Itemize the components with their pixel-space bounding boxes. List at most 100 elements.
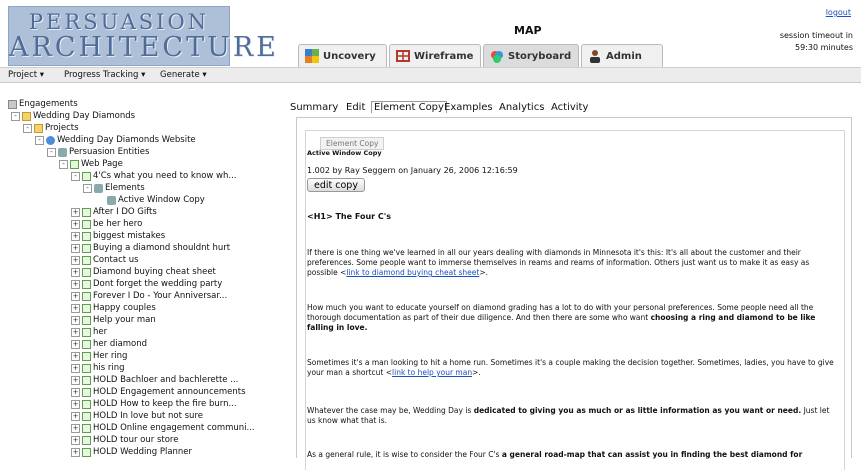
tree-item[interactable]: + HOLD In love but not sure bbox=[71, 410, 203, 422]
tab-storyboard[interactable]: Storyboard bbox=[483, 44, 579, 67]
expand-icon[interactable]: + bbox=[71, 399, 80, 409]
collapse-icon[interactable]: - bbox=[11, 111, 20, 121]
h1-heading: <H1> The Four C's bbox=[307, 212, 391, 221]
tree-item[interactable]: - Wedding Day Diamonds Website bbox=[35, 134, 196, 146]
session-timeout: session timeout in 59:30 minutes bbox=[733, 30, 853, 54]
expand-icon[interactable]: + bbox=[71, 339, 80, 349]
tree-item[interactable]: + Happy couples bbox=[71, 302, 156, 314]
tree-item[interactable]: + Buying a diamond shouldnt hurt bbox=[71, 242, 230, 254]
tree-item[interactable]: - Web Page bbox=[59, 158, 123, 170]
tab-admin[interactable]: Admin bbox=[581, 44, 663, 67]
tree-item[interactable]: + After I DO Gifts bbox=[71, 206, 157, 218]
doc-icon bbox=[82, 255, 91, 265]
expand-icon[interactable]: + bbox=[71, 411, 80, 421]
ent-icon bbox=[107, 195, 116, 205]
diamond-cheat-sheet-link[interactable]: link to diamond buying cheat sheet bbox=[346, 268, 479, 277]
tree-item[interactable]: + HOLD Bachloer and bachlerette ... bbox=[71, 374, 238, 386]
tab-edit[interactable]: Edit bbox=[346, 102, 365, 113]
expand-icon[interactable]: + bbox=[71, 315, 80, 325]
tree-item[interactable]: + her bbox=[71, 326, 107, 338]
paragraph-3: Sometimes it's a man looking to hit a ho… bbox=[307, 358, 837, 378]
expand-icon[interactable]: + bbox=[71, 435, 80, 445]
tab-element-copy[interactable]: Element Copy bbox=[371, 101, 447, 113]
tree-item-label: HOLD In love but not sure bbox=[93, 411, 203, 421]
tree-item[interactable]: + HOLD How to keep the fire burn... bbox=[71, 398, 237, 410]
tree-item-label: Her ring bbox=[93, 351, 128, 361]
copy-heading: Active Window Copy bbox=[307, 149, 382, 157]
tree-item[interactable]: + HOLD Online engagement communi... bbox=[71, 422, 255, 434]
tab-uncovery-label: Uncovery bbox=[323, 50, 376, 62]
tree-item[interactable]: + his ring bbox=[71, 362, 125, 374]
tree-item[interactable]: Active Window Copy bbox=[107, 194, 205, 206]
doc-icon bbox=[70, 159, 79, 169]
expand-icon[interactable]: + bbox=[71, 375, 80, 385]
tree-item-label: his ring bbox=[93, 363, 125, 373]
expand-icon[interactable]: + bbox=[71, 327, 80, 337]
expand-icon[interactable]: + bbox=[71, 423, 80, 433]
menu-generate[interactable]: Generate ▾ bbox=[160, 70, 207, 80]
doc-icon bbox=[82, 387, 91, 397]
tree-item[interactable]: + Forever I Do - Your Anniversar... bbox=[71, 290, 227, 302]
expand-icon[interactable]: + bbox=[71, 351, 80, 361]
collapse-icon[interactable]: - bbox=[83, 183, 92, 193]
tree-item[interactable]: - 4'Cs what you need to know wh... bbox=[71, 170, 237, 182]
collapse-icon[interactable]: - bbox=[47, 147, 56, 157]
tree-item[interactable]: Engagements bbox=[8, 98, 78, 110]
tree-item[interactable]: - Projects bbox=[23, 122, 79, 134]
wireframe-icon bbox=[396, 49, 410, 63]
tree-item[interactable]: + Dont forget the wedding party bbox=[71, 278, 222, 290]
tree-item[interactable]: - Persuasion Entities bbox=[47, 146, 149, 158]
expand-icon[interactable]: + bbox=[71, 243, 80, 253]
storyboard-icon bbox=[490, 49, 504, 63]
tab-examples[interactable]: Examples bbox=[444, 102, 493, 113]
tree-item[interactable]: + HOLD Wedding Planner bbox=[71, 446, 192, 458]
tab-analytics[interactable]: Analytics bbox=[499, 102, 544, 113]
expand-icon[interactable]: + bbox=[71, 255, 80, 265]
expand-icon[interactable]: + bbox=[71, 291, 80, 301]
expand-icon[interactable]: + bbox=[71, 363, 80, 373]
collapse-icon[interactable]: - bbox=[59, 159, 68, 169]
expand-icon[interactable]: + bbox=[71, 447, 80, 457]
menu-project[interactable]: Project ▾ bbox=[8, 70, 44, 80]
collapse-icon[interactable]: - bbox=[35, 135, 44, 145]
tree-item-label: Buying a diamond shouldnt hurt bbox=[93, 243, 231, 253]
tree-item[interactable]: + Her ring bbox=[71, 350, 127, 362]
menu-progress-tracking[interactable]: Progress Tracking ▾ bbox=[64, 70, 145, 80]
tab-uncovery[interactable]: Uncovery bbox=[298, 44, 387, 67]
persuasion-architecture-logo: PERSUASION ARCHITECTURE bbox=[8, 6, 276, 66]
tree-item[interactable]: + HOLD Engagement announcements bbox=[71, 386, 246, 398]
p1-tail: >. bbox=[479, 268, 489, 277]
expand-icon[interactable]: + bbox=[71, 267, 80, 277]
expand-icon[interactable]: + bbox=[71, 207, 80, 217]
tree-item[interactable]: + Diamond buying cheat sheet bbox=[71, 266, 216, 278]
folder-icon bbox=[22, 111, 31, 121]
logout-link[interactable]: logout bbox=[826, 8, 851, 17]
tree-item[interactable]: - Elements bbox=[83, 182, 145, 194]
collapse-icon[interactable]: - bbox=[71, 171, 80, 181]
tab-wireframe[interactable]: Wireframe bbox=[389, 44, 481, 67]
doc-icon bbox=[82, 171, 91, 181]
tree-item[interactable]: + HOLD tour our store bbox=[71, 434, 178, 446]
tree-item[interactable]: - Wedding Day Diamonds bbox=[11, 110, 135, 122]
paragraph-4: Whatever the case may be, Wedding Day is… bbox=[307, 406, 837, 426]
doc-icon bbox=[82, 423, 91, 433]
tree-item[interactable]: + Help your man bbox=[71, 314, 156, 326]
expand-icon[interactable]: + bbox=[71, 219, 80, 229]
folder-icon bbox=[34, 123, 43, 133]
expand-icon[interactable]: + bbox=[71, 387, 80, 397]
expand-icon[interactable]: + bbox=[71, 279, 80, 289]
tree-item-label: HOLD tour our store bbox=[93, 435, 179, 445]
expand-icon[interactable]: + bbox=[71, 231, 80, 241]
edit-copy-button[interactable]: edit copy bbox=[307, 178, 365, 192]
tree-item[interactable]: + biggest mistakes bbox=[71, 230, 165, 242]
tree-item[interactable]: + her diamond bbox=[71, 338, 147, 350]
help-your-man-link[interactable]: link to help your man bbox=[392, 368, 472, 377]
tab-activity[interactable]: Activity bbox=[551, 102, 588, 113]
tree-item[interactable]: + be her hero bbox=[71, 218, 142, 230]
tree-item[interactable]: + Contact us bbox=[71, 254, 139, 266]
collapse-icon[interactable]: - bbox=[23, 123, 32, 133]
expand-icon[interactable]: + bbox=[71, 303, 80, 313]
tab-summary[interactable]: Summary bbox=[290, 102, 338, 113]
tree-item-label: her bbox=[93, 327, 108, 337]
doc-icon bbox=[82, 303, 91, 313]
